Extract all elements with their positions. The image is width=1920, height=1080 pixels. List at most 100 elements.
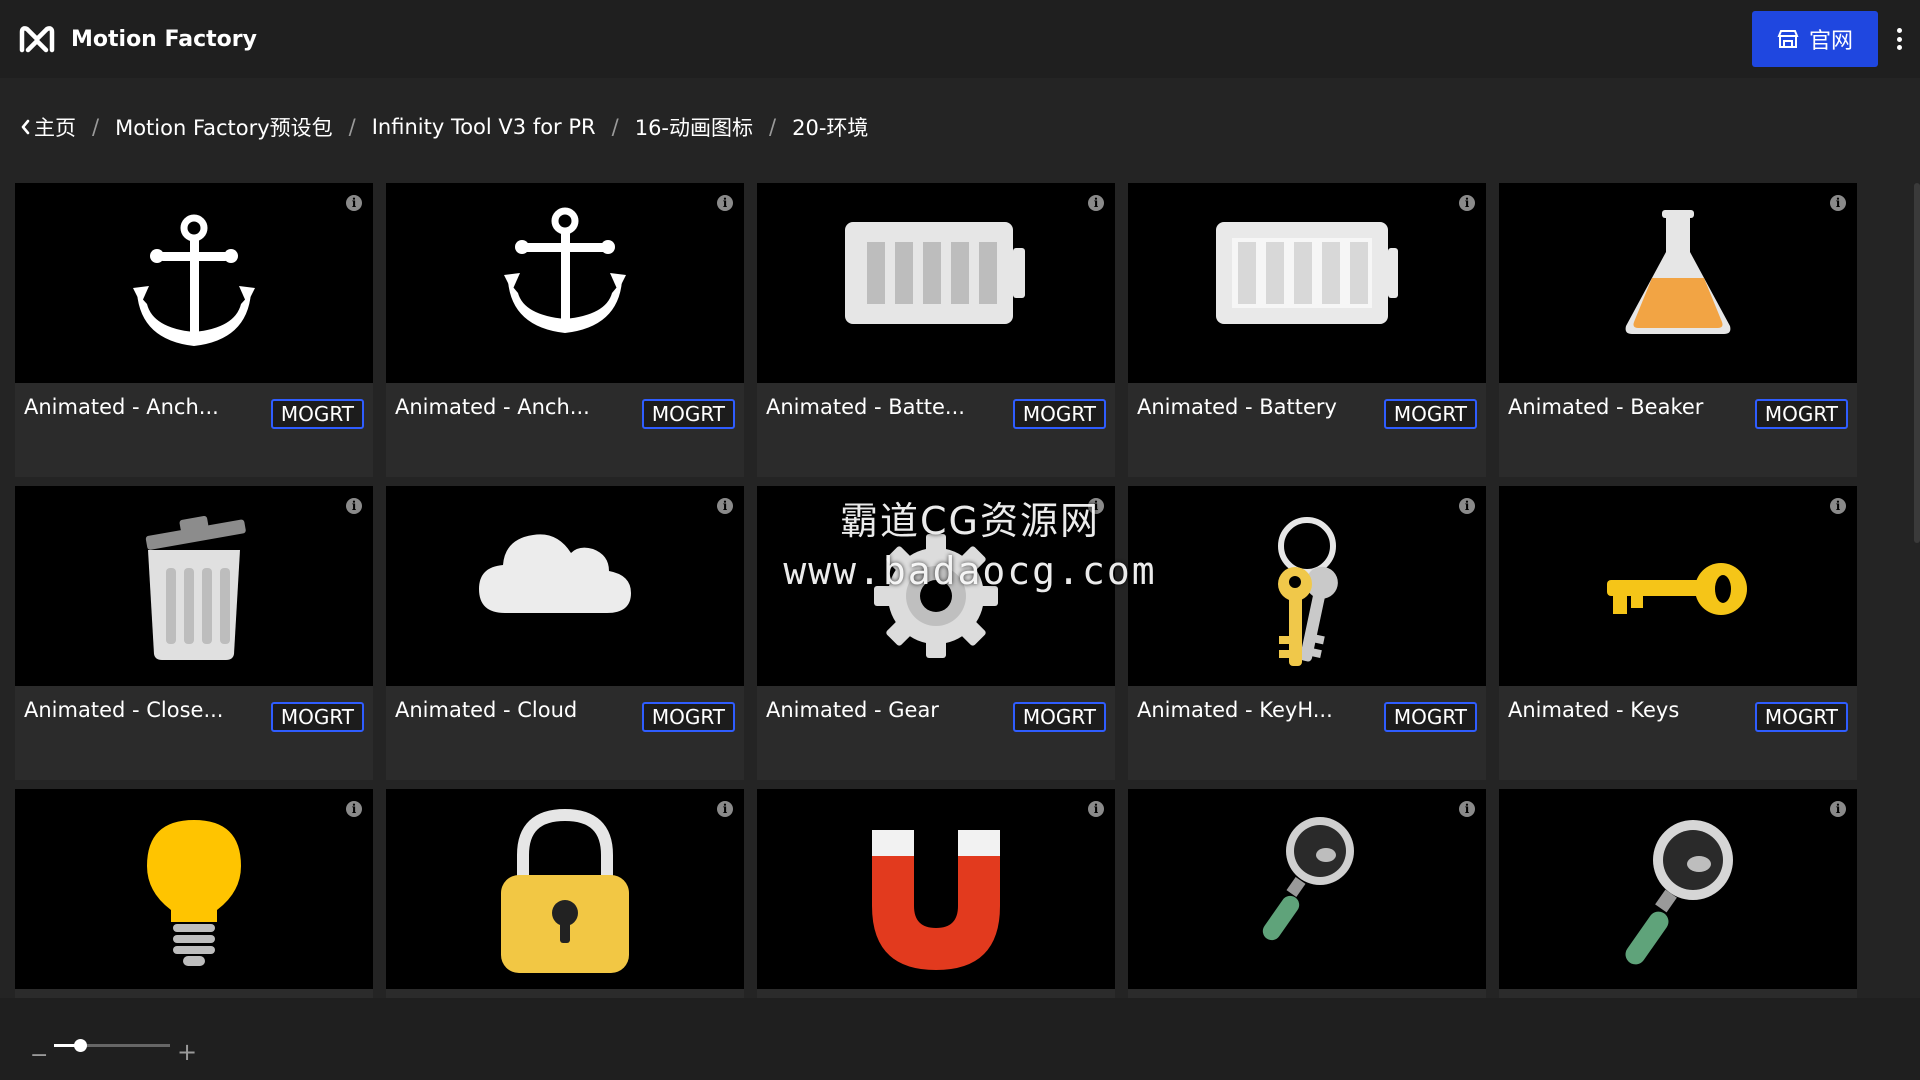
asset-thumbnail[interactable]	[757, 486, 1115, 686]
breadcrumb-home[interactable]: 主页	[20, 112, 76, 142]
breadcrumb-home-label: 主页	[34, 116, 76, 140]
info-icon[interactable]: i	[1830, 195, 1846, 211]
mogrt-badge[interactable]: MOGRT	[641, 399, 735, 429]
asset-title: Animated - Close...	[24, 698, 224, 722]
asset-thumbnail[interactable]	[386, 486, 744, 686]
brand[interactable]: Motion Factory	[18, 24, 257, 54]
asset-title: Animated - Cloud	[395, 698, 578, 722]
asset-thumbnail[interactable]	[1499, 183, 1857, 383]
breadcrumb-item-infinity-tool[interactable]: Infinity Tool V3 for PR	[372, 115, 596, 139]
breadcrumb-item-animated-icons[interactable]: 16-动画图标	[635, 112, 753, 142]
gear-icon	[874, 534, 998, 658]
asset-card[interactable]: i	[386, 789, 744, 998]
info-icon[interactable]: i	[1459, 801, 1475, 817]
official-site-label: 官网	[1808, 29, 1853, 54]
asset-thumbnail[interactable]	[1499, 789, 1857, 989]
mogrt-badge[interactable]: MOGRT	[641, 702, 735, 732]
breadcrumb: 主页 / Motion Factory预设包 / Infinity Tool V…	[20, 110, 868, 144]
asset-card[interactable]: i Animated - Anch... MOGRT	[386, 183, 744, 477]
padlock-icon	[501, 809, 629, 973]
info-icon[interactable]: i	[717, 498, 733, 514]
info-icon[interactable]: i	[1088, 195, 1104, 211]
store-icon	[1777, 30, 1799, 48]
info-icon[interactable]: i	[717, 195, 733, 211]
zoom-slider-handle[interactable]	[74, 1039, 87, 1052]
mogrt-badge[interactable]: MOGRT	[1754, 702, 1848, 732]
anchor-icon	[504, 207, 626, 333]
battery-icon	[845, 222, 1025, 324]
asset-thumbnail[interactable]	[757, 183, 1115, 383]
info-icon[interactable]: i	[1830, 801, 1846, 817]
asset-thumbnail[interactable]	[15, 183, 373, 383]
info-icon[interactable]: i	[1459, 195, 1475, 211]
motion-factory-logo-icon	[19, 26, 55, 53]
mogrt-badge[interactable]: MOGRT	[270, 702, 364, 732]
asset-thumbnail[interactable]	[15, 789, 373, 989]
asset-card[interactable]: i Animated - Battery MOGRT	[1128, 183, 1486, 477]
asset-title: Animated - Batte...	[766, 395, 965, 419]
asset-card[interactable]: i	[1128, 789, 1486, 998]
magnifier-icon	[1625, 820, 1733, 965]
more-options-icon[interactable]	[1892, 24, 1906, 54]
asset-card[interactable]: i Animated - Anch... MOGRT	[15, 183, 373, 477]
top-bar: Motion Factory 官网	[0, 0, 1920, 78]
asset-thumbnail[interactable]	[386, 183, 744, 383]
asset-thumbnail[interactable]	[757, 789, 1115, 989]
battery-icon	[1216, 222, 1398, 324]
asset-card[interactable]: i Animated - Cloud MOGRT	[386, 486, 744, 780]
info-icon[interactable]: i	[346, 801, 362, 817]
trash-can-icon	[145, 515, 246, 660]
magnifier-icon	[1262, 817, 1354, 941]
breadcrumb-item-presets[interactable]: Motion Factory预设包	[115, 112, 333, 142]
asset-title: Animated - Gear	[766, 698, 939, 722]
info-icon[interactable]: i	[346, 195, 362, 211]
official-site-button[interactable]: 官网	[1752, 11, 1878, 67]
app-title: Motion Factory	[71, 26, 257, 52]
info-icon[interactable]: i	[1088, 801, 1104, 817]
info-icon[interactable]: i	[1459, 498, 1475, 514]
info-icon[interactable]: i	[346, 498, 362, 514]
asset-title: Animated - Beaker	[1508, 395, 1704, 419]
info-icon[interactable]: i	[717, 801, 733, 817]
asset-thumbnail[interactable]	[15, 486, 373, 686]
info-icon[interactable]: i	[1088, 498, 1104, 514]
mogrt-badge[interactable]: MOGRT	[1383, 399, 1477, 429]
asset-title: Animated - Keys	[1508, 698, 1680, 722]
asset-title: Animated - Battery	[1137, 395, 1337, 419]
asset-card[interactable]: i Animated - Batte... MOGRT	[757, 183, 1115, 477]
asset-thumbnail[interactable]	[1128, 183, 1486, 383]
asset-title: Animated - Anch...	[395, 395, 590, 419]
mogrt-badge[interactable]: MOGRT	[1012, 702, 1106, 732]
asset-card[interactable]: i Animated - Gear MOGRT	[757, 486, 1115, 780]
breadcrumb-item-environment: 20-环境	[792, 116, 869, 140]
asset-title: Animated - KeyH...	[1137, 698, 1333, 722]
asset-thumbnail[interactable]	[1128, 486, 1486, 686]
asset-card[interactable]: i	[1499, 789, 1857, 998]
mogrt-badge[interactable]: MOGRT	[1754, 399, 1848, 429]
asset-card[interactable]: i Animated - Beaker MOGRT	[1499, 183, 1857, 477]
anchor-icon	[133, 214, 255, 346]
mogrt-badge[interactable]: MOGRT	[1383, 702, 1477, 732]
asset-card[interactable]: i Animated - KeyH... MOGRT	[1128, 486, 1486, 780]
breadcrumb-separator: /	[611, 115, 619, 139]
mogrt-badge[interactable]: MOGRT	[270, 399, 364, 429]
grid-scrollbar[interactable]	[1914, 183, 1920, 543]
cloud-icon	[479, 534, 631, 613]
mogrt-badge[interactable]: MOGRT	[1012, 399, 1106, 429]
asset-title: Animated - Anch...	[24, 395, 219, 419]
breadcrumb-separator: /	[348, 115, 356, 139]
asset-card[interactable]: i	[15, 789, 373, 998]
key-ring-icon	[1278, 517, 1338, 666]
info-icon[interactable]: i	[1830, 498, 1846, 514]
asset-card[interactable]: i	[757, 789, 1115, 998]
chevron-left-icon	[21, 119, 30, 135]
zoom-in-button[interactable]: +	[177, 1040, 197, 1064]
asset-thumbnail[interactable]	[1128, 789, 1486, 989]
asset-thumbnail[interactable]	[386, 789, 744, 989]
beaker-icon	[1625, 210, 1731, 334]
asset-grid: i Animated - Anch... MOGRT i Animated - …	[15, 183, 1860, 998]
asset-card[interactable]: i Animated - Keys MOGRT	[1499, 486, 1857, 780]
zoom-out-button[interactable]: −	[30, 1045, 48, 1067]
asset-thumbnail[interactable]	[1499, 486, 1857, 686]
asset-card[interactable]: i Animated - Close... MOGRT	[15, 486, 373, 780]
